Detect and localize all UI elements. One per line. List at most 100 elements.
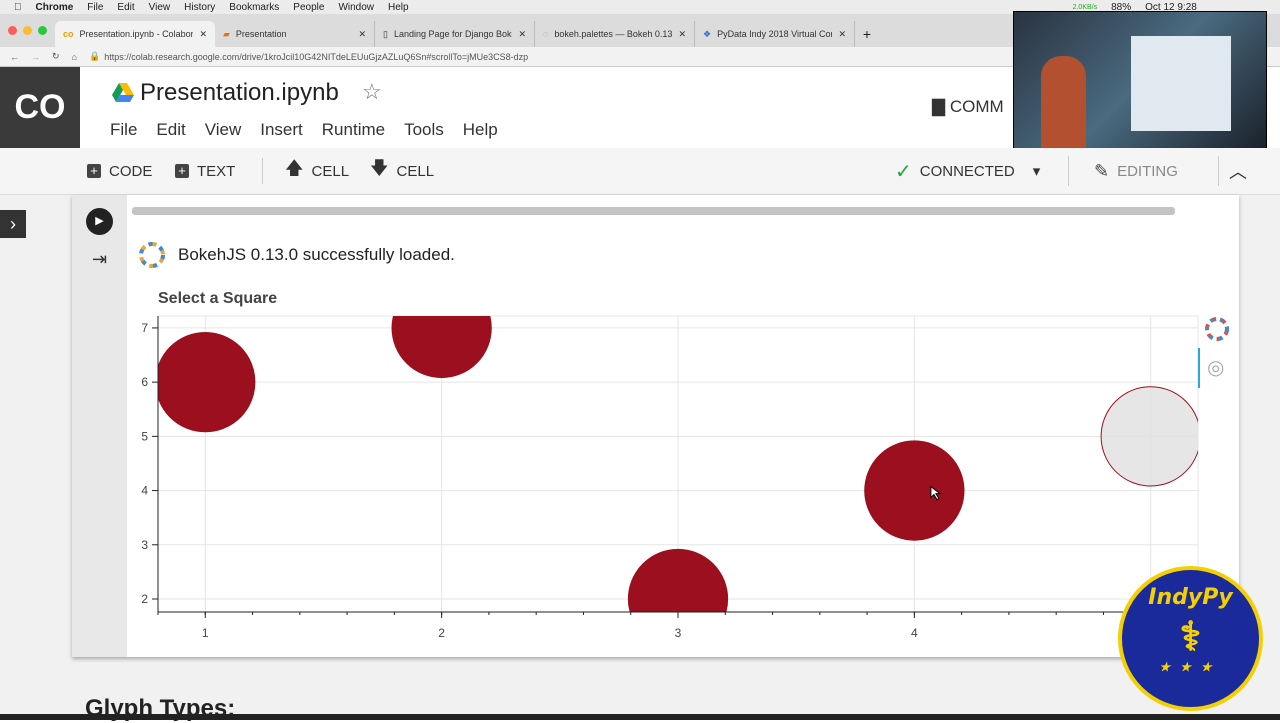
tab-close-icon[interactable]: ✕ <box>518 29 526 40</box>
code-cell[interactable]: ▶ ⇥ BokehJS 0.13.0 successfully loaded. … <box>72 195 1239 657</box>
scatter-plot[interactable]: 12345234567 <box>72 195 1239 657</box>
x-tick-label: 2 <box>438 626 445 640</box>
plus-icon: + <box>175 164 189 178</box>
tab-title: Landing Page for Django Bokeh <box>393 29 513 39</box>
arrow-down-icon: 🡇 <box>370 158 389 178</box>
chevron-up-icon: ︿ <box>1229 162 1247 182</box>
move-cell-up-button[interactable]: 🡅 CELL <box>285 156 349 186</box>
menu-insert[interactable]: Insert <box>260 120 303 140</box>
comment-icon: ▇ <box>932 97 946 116</box>
menu-bookmarks[interactable]: Bookmarks <box>229 2 279 13</box>
menu-help[interactable]: Help <box>388 2 409 13</box>
colab-favicon-icon: co <box>63 29 74 39</box>
add-text-button[interactable]: + TEXT <box>175 163 235 180</box>
pencil-icon: ✎ <box>1094 160 1110 181</box>
cell-up-label: CELL <box>311 162 350 180</box>
projector-screen <box>1131 36 1231 131</box>
url-field[interactable]: https://colab.research.google.com/drive/… <box>104 52 528 62</box>
network-speed: 2.0KB/s <box>1065 3 1098 11</box>
y-tick-label: 7 <box>141 321 148 335</box>
tab-bokeh-palettes[interactable]: ◌ bokeh.palettes — Bokeh 0.13.0 ✕ <box>535 21 695 47</box>
tab-title: Presentation <box>235 29 287 39</box>
menu-runtime[interactable]: Runtime <box>322 120 385 140</box>
y-tick-label: 3 <box>141 538 148 552</box>
menu-history[interactable]: History <box>184 2 215 13</box>
cell-down-label: CELL <box>396 162 435 180</box>
add-code-button[interactable]: + CODE <box>87 163 152 180</box>
notebook-title[interactable]: Presentation.ipynb <box>140 79 339 107</box>
tab-close-icon[interactable]: ✕ <box>838 29 846 40</box>
back-icon[interactable]: ← <box>10 52 19 62</box>
google-drive-icon[interactable] <box>112 83 134 103</box>
add-code-label: CODE <box>109 162 153 180</box>
star-icon[interactable]: ☆ <box>362 79 382 105</box>
new-tab-button[interactable]: + <box>855 21 879 47</box>
tap-tool-icon[interactable]: ◎ <box>1207 355 1224 380</box>
reload-icon[interactable]: ↻ <box>52 51 60 62</box>
comments-label: COMM <box>949 97 1004 116</box>
scatter-point[interactable] <box>864 440 965 541</box>
menu-view[interactable]: View <box>149 2 171 13</box>
menu-view[interactable]: View <box>205 120 242 140</box>
active-tool-indicator <box>1198 348 1200 388</box>
arrow-up-icon: 🡅 <box>285 158 304 178</box>
scatter-point[interactable] <box>391 278 492 379</box>
colab-menu: File Edit View Insert Runtime Tools Help <box>110 120 498 140</box>
slides-favicon-icon: ▰ <box>223 28 230 39</box>
indypy-logo: IndyPy ⚕ ★★★ <box>1118 566 1263 711</box>
menu-edit[interactable]: Edit <box>117 2 134 13</box>
lock-icon: 🔒 <box>88 51 101 61</box>
page-favicon-icon: ▯ <box>383 28 388 39</box>
tab-close-icon[interactable]: ✕ <box>678 29 686 40</box>
tab-presentation[interactable]: ▰ Presentation ✕ <box>215 21 375 47</box>
tab-colab[interactable]: co Presentation.ipynb - Colaboratory ✕ <box>55 21 215 47</box>
colab-logo[interactable]: CO <box>0 67 80 148</box>
menu-file[interactable]: File <box>87 2 103 13</box>
zoom-window-button[interactable] <box>38 26 47 35</box>
notebook-toolbar: + CODE + TEXT 🡅 CELL 🡇 CELL ✓ CONNECTED ▾ ✎ EDI… <box>0 148 1280 195</box>
menu-edit[interactable]: Edit <box>156 120 185 140</box>
bottom-edge <box>0 714 1280 720</box>
home-icon[interactable]: ⌂ <box>72 52 77 62</box>
collapse-header-button[interactable]: ︿ <box>1229 158 1247 184</box>
tab-title: bokeh.palettes — Bokeh 0.13.0 <box>554 29 673 39</box>
plus-icon: + <box>87 164 101 178</box>
x-tick-label: 4 <box>911 626 918 640</box>
menu-tools[interactable]: Tools <box>404 120 444 140</box>
caret-down-icon[interactable]: ▾ <box>1033 162 1041 180</box>
bokeh-toolbar-logo-icon[interactable] <box>1204 316 1230 342</box>
menu-chrome[interactable]: Chrome <box>36 2 74 13</box>
close-window-button[interactable] <box>8 26 17 35</box>
sidebar-toggle-button[interactable]: › <box>0 210 26 238</box>
python-logo-icon: ⚕ <box>1179 615 1202 659</box>
menu-help[interactable]: Help <box>463 120 498 140</box>
editing-mode-button[interactable]: ✎ EDITING <box>1094 161 1178 182</box>
divider <box>262 158 263 184</box>
tab-django-bokeh[interactable]: ▯ Landing Page for Django Bokeh ✕ <box>375 21 535 47</box>
tab-close-icon[interactable]: ✕ <box>199 29 207 40</box>
webcam-overlay <box>1013 11 1267 153</box>
y-tick-label: 4 <box>141 484 148 498</box>
stars-icon: ★★★ <box>1159 660 1222 674</box>
add-text-label: TEXT <box>197 162 236 180</box>
menu-file[interactable]: File <box>110 120 137 140</box>
scatter-point[interactable] <box>1100 386 1200 487</box>
y-tick-label: 2 <box>141 592 148 606</box>
menu-window[interactable]: Window <box>338 2 374 13</box>
move-cell-down-button[interactable]: 🡇 CELL <box>370 156 434 186</box>
connected-status[interactable]: ✓ CONNECTED ▾ <box>895 159 1040 184</box>
tab-title: Presentation.ipynb - Colaboratory <box>79 29 194 39</box>
forward-icon[interactable]: → <box>31 52 40 62</box>
scatter-point[interactable] <box>156 332 256 433</box>
tab-close-icon[interactable]: ✕ <box>358 29 366 40</box>
comments-button[interactable]: ▇ COMM <box>932 97 1004 117</box>
menu-people[interactable]: People <box>293 2 324 13</box>
minimize-window-button[interactable] <box>23 26 32 35</box>
presenter <box>1041 56 1086 153</box>
tab-pydata[interactable]: ❖ PyData Indy 2018 Virtual Conference ✕ <box>695 21 855 47</box>
x-tick-label: 3 <box>675 626 682 640</box>
dropbox-favicon-icon: ❖ <box>703 28 712 39</box>
apple-icon[interactable]:  <box>14 2 22 13</box>
y-tick-label: 5 <box>141 429 148 443</box>
divider <box>1068 156 1069 186</box>
